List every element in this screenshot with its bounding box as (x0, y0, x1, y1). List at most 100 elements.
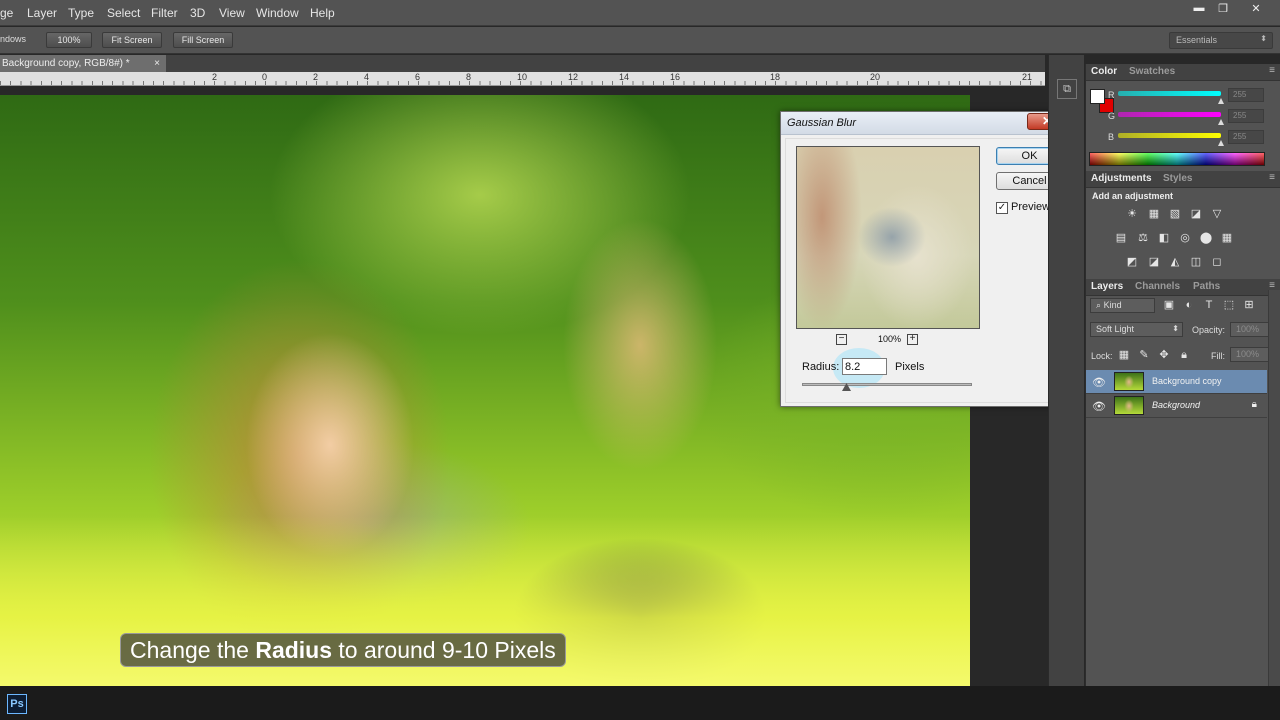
type-filter-icon[interactable]: T (1202, 299, 1216, 312)
preview-zoom-level: 100% (878, 334, 902, 344)
black-white-icon[interactable]: ◧ (1157, 232, 1171, 245)
foreground-color-swatch[interactable] (1090, 89, 1105, 104)
tab-close-icon[interactable]: × (154, 55, 160, 72)
channel-b-value[interactable]: 255 (1228, 130, 1264, 144)
lock-position-icon[interactable]: ✥ (1157, 349, 1171, 362)
tab-layers[interactable]: Layers (1091, 281, 1123, 292)
color-balance-icon[interactable]: ⚖ (1136, 232, 1150, 245)
layer-name[interactable]: Background (1152, 400, 1200, 410)
close-icon[interactable]: ✕ (1243, 2, 1269, 16)
pixel-filter-icon[interactable]: ▣ (1162, 299, 1176, 312)
panel-menu-icon[interactable]: ≡ (1269, 172, 1275, 183)
visibility-eye-icon[interactable]: 👁︎ (1092, 376, 1106, 389)
document-tab[interactable]: Background copy, RGB/8#) * × (0, 55, 166, 72)
zoom-in-button[interactable]: + (907, 334, 918, 345)
preview-label: Preview (1011, 201, 1051, 213)
layer-kind-filter[interactable]: ⌕ Kind (1090, 298, 1155, 313)
menu-view[interactable]: View (219, 6, 245, 20)
hue-saturation-icon[interactable]: ▤ (1114, 232, 1128, 245)
shape-filter-icon[interactable]: ⬚ (1222, 299, 1236, 312)
tab-paths[interactable]: Paths (1193, 281, 1220, 292)
ruler-number: 16 (670, 72, 681, 82)
channel-b-label: B (1108, 132, 1115, 142)
vibrance-icon[interactable]: ▽ (1210, 208, 1224, 221)
layer-thumbnail (1114, 396, 1144, 415)
panel-menu-icon[interactable]: ≡ (1269, 65, 1275, 76)
color-lookup-icon[interactable]: ▦ (1220, 232, 1234, 245)
channel-g-slider[interactable] (1118, 112, 1221, 117)
preview-checkbox[interactable]: ✓ (996, 202, 1008, 214)
fill-screen-button[interactable]: Fill Screen (173, 32, 233, 48)
channel-g-value[interactable]: 255 (1228, 109, 1264, 123)
menu-help[interactable]: Help (310, 6, 335, 20)
menu-type[interactable]: Type (68, 6, 94, 20)
search-icon: ⌕ (1096, 300, 1102, 310)
layer-name[interactable]: Background copy (1152, 376, 1222, 386)
layer-row-background-copy[interactable]: 👁︎ Background copy (1086, 370, 1267, 394)
channel-b-slider[interactable] (1118, 133, 1221, 138)
channel-r-value[interactable]: 255 (1228, 88, 1264, 102)
opacity-input[interactable]: 100% (1230, 322, 1273, 337)
workspace-select[interactable]: Essentials ⬍ (1169, 32, 1273, 49)
right-panels: Color Swatches ≡ R 255 G 255 B 255 Adjus… (1085, 64, 1280, 686)
layers-scrollbar[interactable] (1268, 290, 1280, 686)
menu-window[interactable]: Window (256, 6, 299, 20)
color-spectrum-bar[interactable] (1089, 152, 1265, 166)
tab-channels[interactable]: Channels (1135, 281, 1180, 292)
ruler-number: 18 (770, 72, 781, 82)
kind-label: Kind (1103, 300, 1122, 310)
levels-icon[interactable]: ▦ (1147, 208, 1161, 221)
menu-image[interactable]: ge (0, 6, 13, 20)
channel-mixer-icon[interactable]: ⬤ (1199, 232, 1213, 245)
radius-input[interactable] (842, 358, 887, 375)
lock-all-icon[interactable]: 🔒︎ (1177, 349, 1191, 362)
channel-b-thumb[interactable] (1218, 140, 1224, 146)
smart-object-filter-icon[interactable]: ⊞ (1242, 299, 1256, 312)
ruler-number: 2 (212, 72, 218, 82)
brightness-contrast-icon[interactable]: ☀ (1125, 208, 1139, 221)
tab-adjustments[interactable]: Adjustments (1091, 173, 1152, 184)
menu-layer[interactable]: Layer (27, 6, 57, 20)
posterize-icon[interactable]: ◪ (1147, 256, 1161, 269)
lock-transparent-icon[interactable]: ▦ (1117, 349, 1131, 362)
zoom-100-button[interactable]: 100% (46, 32, 92, 48)
blend-mode-select[interactable]: Soft Light ⬍ (1090, 322, 1183, 337)
channel-g-thumb[interactable] (1218, 119, 1224, 125)
channel-r-slider[interactable] (1118, 91, 1221, 96)
minimize-icon[interactable]: ▬ (1186, 2, 1212, 16)
invert-icon[interactable]: ◩ (1125, 256, 1139, 269)
ruler-number: 0 (262, 72, 268, 82)
zoom-out-button[interactable]: − (836, 334, 847, 345)
tab-color[interactable]: Color (1091, 66, 1117, 77)
blend-mode-value: Soft Light (1096, 324, 1135, 334)
fit-screen-button[interactable]: Fit Screen (102, 32, 162, 48)
curves-icon[interactable]: ▧ (1168, 208, 1182, 221)
options-bar-label: ndows (0, 34, 27, 44)
menu-select[interactable]: Select (107, 6, 140, 20)
visibility-eye-icon[interactable]: 👁︎ (1092, 400, 1106, 413)
menu-filter[interactable]: Filter (151, 6, 178, 20)
channel-g-label: G (1108, 111, 1116, 121)
photo-filter-icon[interactable]: ◎ (1178, 232, 1192, 245)
blur-preview[interactable] (796, 146, 980, 329)
gradient-map-icon[interactable]: ◫ (1189, 256, 1203, 269)
menu-3d[interactable]: 3D (190, 6, 205, 20)
tutorial-subtitle: Change the Radius to around 9-10 Pixels (120, 633, 566, 667)
tab-swatches[interactable]: Swatches (1129, 66, 1175, 77)
history-icon[interactable]: ⧉ (1057, 79, 1077, 99)
photoshop-app-icon[interactable]: Ps (7, 694, 27, 714)
threshold-icon[interactable]: ◭ (1168, 256, 1182, 269)
channel-r-label: R (1108, 90, 1115, 100)
radius-slider[interactable] (802, 383, 972, 386)
ruler-number: 10 (517, 72, 528, 82)
layer-row-background[interactable]: 👁︎ Background 🔒︎ (1086, 394, 1267, 418)
channel-r-thumb[interactable] (1218, 98, 1224, 104)
fill-input[interactable]: 100% (1230, 347, 1273, 362)
exposure-icon[interactable]: ◪ (1189, 208, 1203, 221)
adjustment-filter-icon[interactable]: ◐ (1182, 299, 1196, 312)
restore-icon[interactable]: ❐ (1210, 2, 1236, 16)
tab-styles[interactable]: Styles (1163, 173, 1192, 184)
lock-image-icon[interactable]: ✎ (1137, 349, 1151, 362)
selective-color-icon[interactable]: ◻ (1210, 256, 1224, 269)
opacity-label: Opacity: (1192, 325, 1226, 335)
